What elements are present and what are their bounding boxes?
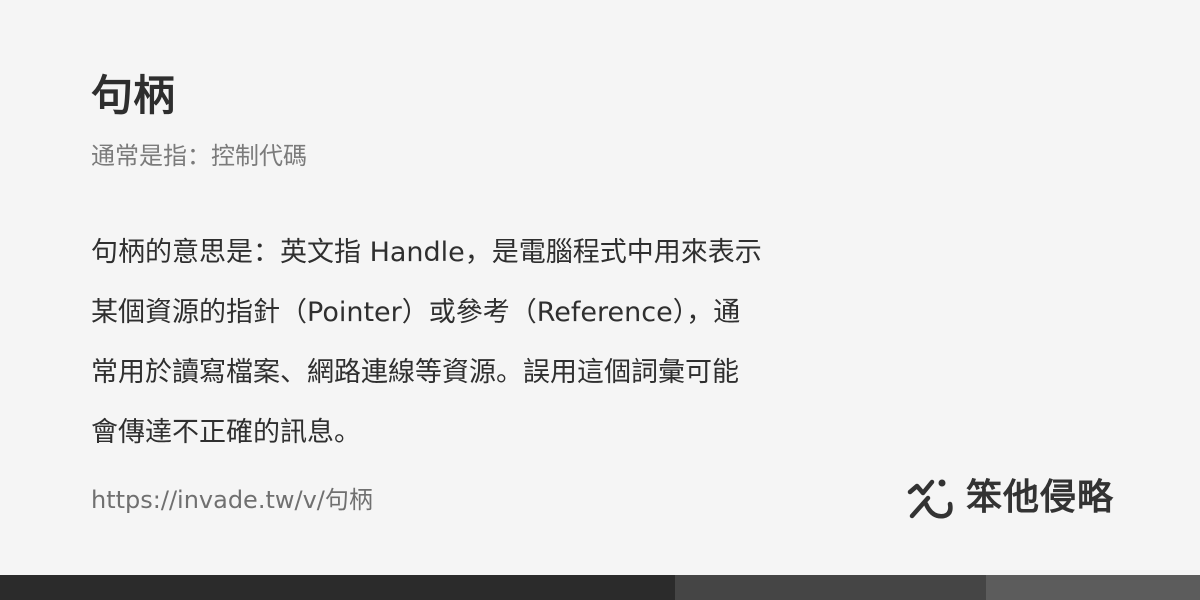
brand-logo-icon	[907, 479, 953, 519]
definition-line: 句柄的意思是：英文指 Handle，是電腦程式中用來表示	[91, 237, 762, 268]
definition-line: 會傳達不正確的訊息。	[91, 417, 361, 448]
footer-bar	[0, 575, 1200, 600]
footer-segment	[675, 575, 986, 600]
brand: 笨他侵略	[906, 474, 1114, 522]
footer-segment	[986, 575, 1200, 600]
brand-name: 笨他侵略	[966, 477, 1115, 518]
definition-line: 某個資源的指針（Pointer）或參考（Reference），通	[91, 297, 741, 328]
share-card: 句柄 通常是指：控制代碼 句柄的意思是：英文指 Handle，是電腦程式中用來表…	[0, 0, 1200, 600]
entry-subtitle: 通常是指：控制代碼	[91, 142, 307, 170]
entry-title: 句柄	[91, 71, 176, 120]
entry-definition: 句柄的意思是：英文指 Handle，是電腦程式中用來表示 某個資源的指針（Poi…	[91, 223, 821, 463]
entry-url[interactable]: https://invade.tw/v/句柄	[91, 484, 373, 516]
definition-line: 常用於讀寫檔案、網路連線等資源。誤用這個詞彙可能	[91, 357, 739, 388]
footer-segment	[0, 575, 675, 600]
entry-url-link[interactable]: https://invade.tw/v/句柄	[91, 486, 373, 514]
